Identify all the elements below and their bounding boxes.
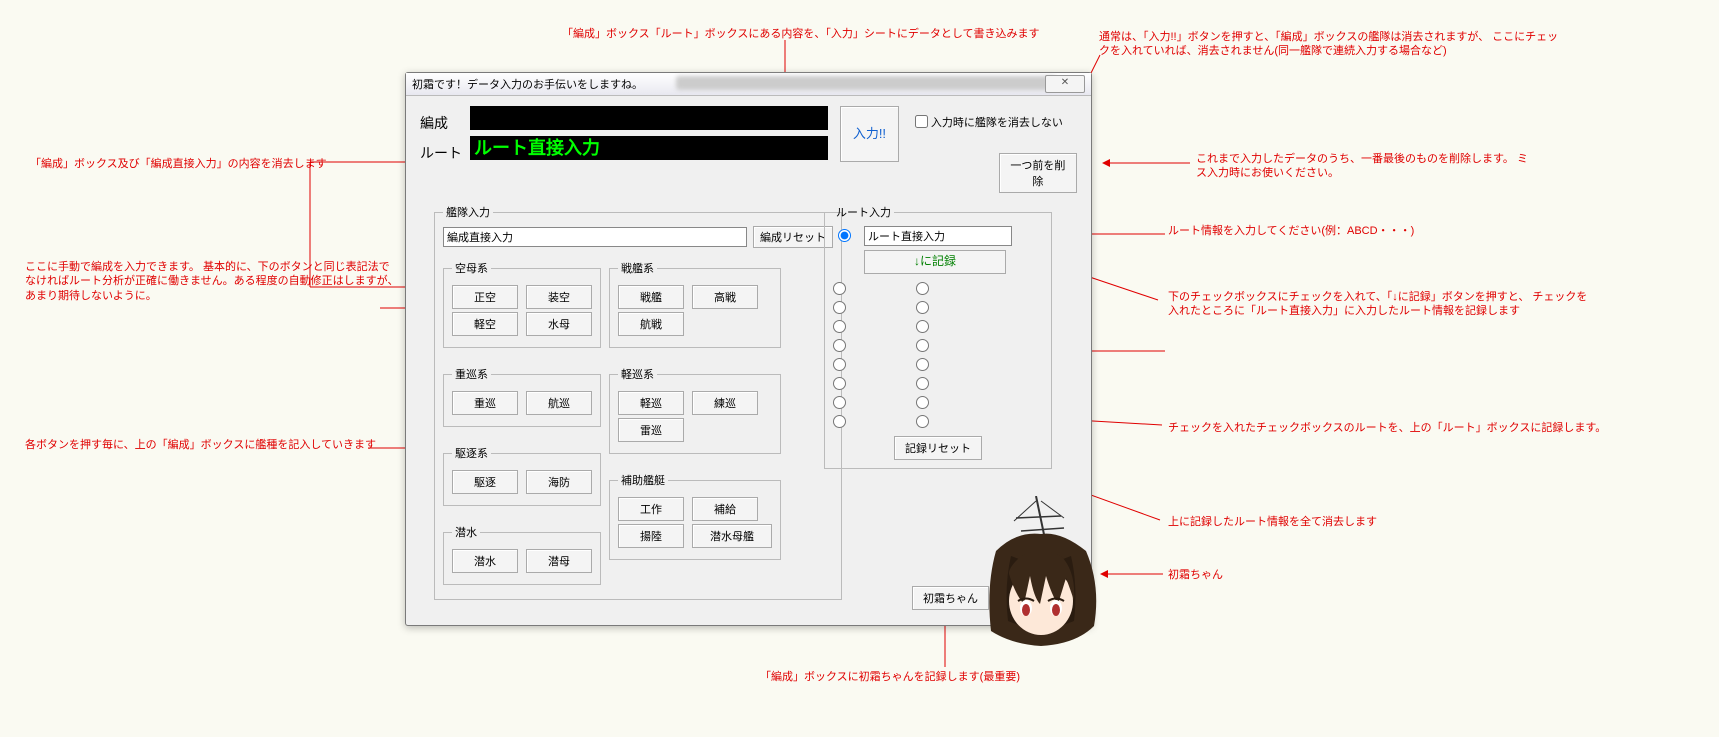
btn-souku[interactable]: 装空 — [526, 285, 592, 309]
btn-kousen[interactable]: 高戦 — [692, 285, 758, 309]
route-check-2c[interactable] — [916, 320, 929, 333]
input-button[interactable]: 入力!! — [840, 106, 899, 162]
btn-kousen2[interactable]: 航戦 — [618, 312, 684, 336]
btn-kuchiku[interactable]: 駆逐 — [452, 470, 518, 494]
group-kubo: 空母系 正空 装空 軽空 水母 — [443, 260, 601, 348]
btn-senkan[interactable]: 戦艦 — [618, 285, 684, 309]
route-check-2d[interactable] — [916, 339, 929, 352]
route-check-2h[interactable] — [916, 415, 929, 428]
route-check-2g[interactable] — [916, 396, 929, 409]
delete-prev-button[interactable]: 一つ前を削除 — [999, 153, 1077, 193]
legend-kubo: 空母系 — [452, 260, 491, 276]
group-juujun: 重巡系 重巡 航巡 — [443, 366, 601, 427]
route-label: ルート — [420, 139, 470, 163]
route-check-2b[interactable] — [916, 301, 929, 314]
route-check-1a[interactable] — [833, 282, 846, 295]
titlebar-blur — [676, 76, 1056, 90]
titlebar: 初霜です！データ入力のお手伝いをしますね。 ✕ — [406, 73, 1091, 96]
close-button[interactable]: ✕ — [1045, 75, 1085, 93]
route-check-1g[interactable] — [833, 396, 846, 409]
btn-senbo[interactable]: 潜母 — [526, 549, 592, 573]
fleet-input-group: 艦隊入力 編成リセット 空母系 正空 装空 軽空 水母 — [434, 204, 842, 600]
route-check-2f[interactable] — [916, 377, 929, 390]
main-window: 初霜です！データ入力のお手伝いをしますね。 ✕ 編成 ルート ルート直接入力 入… — [405, 72, 1092, 626]
btn-youriku[interactable]: 揚陸 — [618, 524, 684, 548]
legend-sensui: 潜水 — [452, 524, 480, 540]
route-input-group: ルート入力 ↓に記録 — [824, 204, 1052, 469]
btn-suibo[interactable]: 水母 — [526, 312, 592, 336]
group-sensui: 潜水 潜水 潜母 — [443, 524, 601, 585]
hatsushimo-button[interactable]: 初霜ちゃん — [912, 586, 989, 610]
annot-routereset-desc: 上に記録したルート情報を全て消去します — [1168, 515, 1377, 529]
legend-juujun: 重巡系 — [452, 366, 491, 382]
btn-sensui[interactable]: 潜水 — [452, 549, 518, 573]
hensei-box[interactable] — [470, 106, 828, 130]
hensei-label: 編成 — [420, 109, 470, 133]
annot-shipbtn-desc: 各ボタンを押す毎に、上の「編成」ボックスに艦種を記入していきます — [25, 438, 376, 452]
route-direct-input[interactable] — [864, 226, 1012, 246]
btn-keiku[interactable]: 軽空 — [452, 312, 518, 336]
route-check-1h[interactable] — [833, 415, 846, 428]
btn-keijun[interactable]: 軽巡 — [618, 391, 684, 415]
route-check-col-2 — [916, 282, 929, 428]
btn-kaibou[interactable]: 海防 — [526, 470, 592, 494]
route-legend: ルート入力 — [833, 204, 894, 220]
btn-sensuibokan[interactable]: 潜水母艦 — [692, 524, 772, 548]
route-check-1b[interactable] — [833, 301, 846, 314]
route-check-1e[interactable] — [833, 358, 846, 371]
character-image — [976, 496, 1106, 646]
route-mode-radio-1[interactable] — [838, 229, 851, 242]
group-kuchiku: 駆逐系 駆逐 海防 — [443, 445, 601, 506]
legend-senkan: 戦艦系 — [618, 260, 657, 276]
route-reset-button[interactable]: 記録リセット — [894, 436, 982, 460]
group-senkan: 戦艦系 戦艦 高戦 航戦 — [609, 260, 781, 348]
window-title: 初霜です！データ入力のお手伝いをしますね。 — [412, 76, 643, 92]
fleet-reset-button[interactable]: 編成リセット — [753, 226, 833, 248]
legend-hojo: 補助艦艇 — [618, 472, 668, 488]
route-check-2e[interactable] — [916, 358, 929, 371]
annot-delprev-desc: これまで入力したデータのうち、一番最後のものを削除します。 ミス入力時にお使いく… — [1196, 152, 1536, 181]
group-keijun: 軽巡系 軽巡 練巡 雷巡 — [609, 366, 781, 454]
annot-reset-desc: 「編成」ボックス及び「編成直接入力」の内容を消去します — [30, 157, 327, 171]
route-check-1c[interactable] — [833, 320, 846, 333]
btn-renjun[interactable]: 練巡 — [692, 391, 758, 415]
fleet-legend: 艦隊入力 — [443, 204, 493, 220]
annot-input-desc: 「編成」ボックス「ルート」ボックスにある内容を、「入力」シートにデータとして書き… — [562, 27, 1040, 41]
annot-checkbox-desc: 通常は、「入力!!」ボタンを押すと、「編成」ボックスの艦隊は消去されますが、 こ… — [1099, 30, 1569, 59]
legend-kuchiku: 駆逐系 — [452, 445, 491, 461]
route-check-2a[interactable] — [916, 282, 929, 295]
btn-koujun[interactable]: 航巡 — [526, 391, 592, 415]
annot-direct-desc: ここに手動で編成を入力できます。 基本的に、下のボタンと同じ表記法でなければルー… — [25, 260, 400, 303]
btn-seiku[interactable]: 正空 — [452, 285, 518, 309]
route-check-1d[interactable] — [833, 339, 846, 352]
legend-keijun: 軽巡系 — [618, 366, 657, 382]
group-hojo: 補助艦艇 工作 補給 揚陸 潜水母艦 — [609, 472, 781, 560]
route-check-col-1 — [833, 282, 846, 428]
no-clear-checkbox[interactable] — [915, 115, 928, 128]
annot-record-desc: 下のチェックボックスにチェックを入れて、「↓に記録」ボタンを押すと、 チェックを… — [1168, 290, 1588, 319]
btn-kousaku[interactable]: 工作 — [618, 497, 684, 521]
btn-hokyu[interactable]: 補給 — [692, 497, 758, 521]
btn-raijun[interactable]: 雷巡 — [618, 418, 684, 442]
btn-juujun[interactable]: 重巡 — [452, 391, 518, 415]
route-record-button[interactable]: ↓に記録 — [864, 250, 1006, 274]
route-box[interactable]: ルート直接入力 — [470, 136, 828, 160]
annot-hatsushimo-desc: 「編成」ボックスに初霜ちゃんを記録します(最重要) — [760, 670, 1020, 684]
annot-routecheck-desc: チェックを入れたチェックボックスのルートを、上の「ルート」ボックスに記録します。 — [1168, 421, 1606, 435]
no-clear-label: 入力時に艦隊を消去しない — [931, 114, 1063, 130]
annot-routeinput-desc: ルート情報を入力してください(例：ABCD・・・) — [1168, 224, 1414, 238]
annot-character-desc: 初霜ちゃん — [1168, 568, 1223, 582]
fleet-direct-input[interactable] — [443, 227, 747, 247]
route-check-1f[interactable] — [833, 377, 846, 390]
